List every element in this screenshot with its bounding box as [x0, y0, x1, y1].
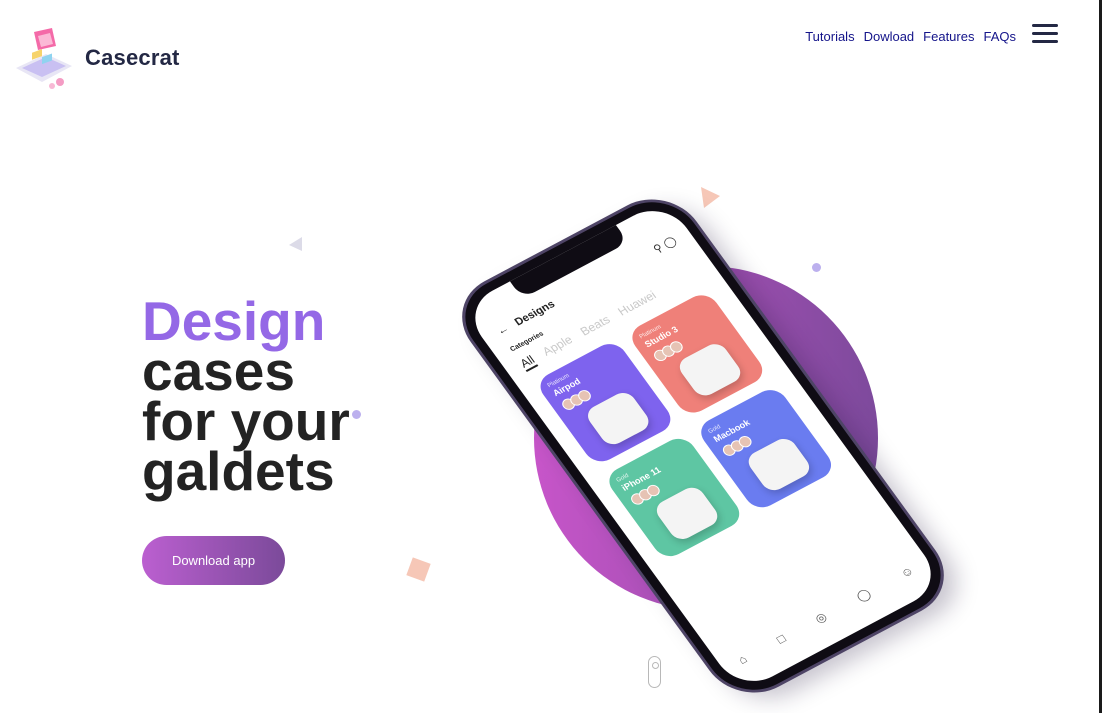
- hamburger-menu-icon[interactable]: [1032, 24, 1058, 44]
- screen-header-icons: ⚲ ◯: [651, 234, 679, 256]
- triangle-shape-icon: [701, 187, 720, 208]
- back-arrow-icon: ←: [494, 322, 512, 338]
- top-nav: Tutorials Dowload Features FAQs: [805, 29, 1016, 44]
- hero-line-for-your: for your: [142, 390, 350, 452]
- profile-icon: ☺: [897, 563, 917, 581]
- diamond-shape: [406, 557, 431, 582]
- compass-icon: ◎: [812, 609, 830, 626]
- nav-link-tutorials[interactable]: Tutorials: [805, 29, 854, 44]
- hero-line-design: Design: [142, 290, 326, 352]
- hero-line-gadgets: galdets: [142, 440, 335, 502]
- nav-link-download[interactable]: Dowload: [864, 29, 915, 44]
- triangle-shape-icon: [289, 237, 302, 251]
- search-icon: ⚲: [651, 242, 666, 256]
- bell-icon: ◯: [661, 234, 680, 251]
- casecrat-logo-icon[interactable]: [12, 28, 80, 94]
- brand-name[interactable]: Casecrat: [85, 45, 180, 71]
- bookmark-icon: □: [773, 631, 789, 647]
- dot-shape: [352, 410, 361, 419]
- gradient-circle: [534, 266, 878, 610]
- nav-link-faqs[interactable]: FAQs: [983, 29, 1016, 44]
- download-app-button[interactable]: Download app: [142, 536, 285, 585]
- nav-link-features[interactable]: Features: [923, 29, 974, 44]
- hero-heading: Design cases for your galdets: [142, 290, 350, 502]
- scroll-indicator-icon[interactable]: [648, 656, 661, 688]
- home-icon: ⌂: [735, 651, 750, 667]
- hero-line-cases: cases: [142, 340, 295, 402]
